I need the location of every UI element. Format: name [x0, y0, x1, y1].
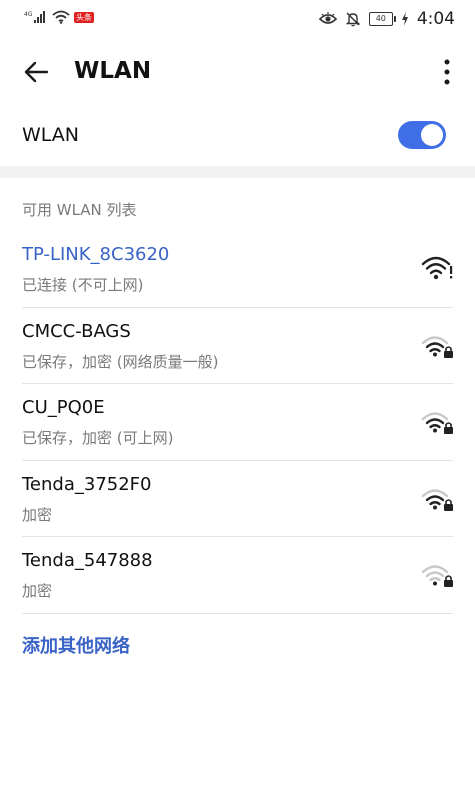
- wlan-toggle-label: WLAN: [22, 124, 80, 146]
- back-button[interactable]: [18, 54, 54, 90]
- switch-knob: [421, 124, 443, 146]
- network-ssid: CU_PQ0E: [22, 397, 105, 418]
- charging-icon: [401, 12, 408, 26]
- network-list: TP-LINK_8C3620 已连接 (不可上网) CMCC-BAGS 已保存，…: [0, 231, 475, 614]
- app-bar: WLAN: [0, 40, 475, 104]
- status-bar: 4G 头条 40 4:04: [0, 0, 475, 40]
- wifi-status-icon: [52, 10, 70, 24]
- eye-comfort-icon: [318, 12, 337, 24]
- section-divider: [0, 166, 475, 178]
- network-row-cmcc-bags[interactable]: CMCC-BAGS 已保存，加密 (网络质量一般): [0, 308, 475, 384]
- more-options-button[interactable]: [437, 54, 457, 90]
- more-vert-icon: [444, 59, 450, 85]
- network-row-tp-link[interactable]: TP-LINK_8C3620 已连接 (不可上网): [0, 231, 475, 308]
- mute-bell-icon: [345, 12, 361, 27]
- add-other-network-button[interactable]: 添加其他网络: [22, 632, 130, 658]
- network-row-tenda-547888[interactable]: Tenda_547888 加密: [0, 537, 475, 614]
- wifi-lock-icon: [421, 412, 453, 434]
- network-ssid: TP-LINK_8C3620: [22, 244, 170, 265]
- network-row-tenda-3752f0[interactable]: Tenda_3752F0 加密: [0, 461, 475, 537]
- network-status: 已保存，加密 (可上网): [22, 429, 174, 447]
- status-right: 40 4:04: [318, 9, 455, 29]
- news-app-badge: 头条: [74, 11, 94, 23]
- network-status: 加密: [22, 505, 53, 524]
- network-status: 已连接 (不可上网): [22, 276, 144, 294]
- network-status: 加密: [22, 582, 53, 600]
- network-row-cu-pq0e[interactable]: CU_PQ0E 已保存，加密 (可上网): [0, 384, 475, 461]
- wlan-toggle-row[interactable]: WLAN: [0, 104, 475, 166]
- network-ssid: Tenda_3752F0: [22, 473, 152, 495]
- wifi-weak-lock-icon: [421, 565, 453, 587]
- svg-text:4G: 4G: [24, 11, 33, 18]
- page-title: WLAN: [74, 58, 152, 84]
- wifi-signal-warning-icon: [421, 256, 453, 280]
- wifi-lock-icon: [421, 335, 453, 358]
- available-networks-header: 可用 WLAN 列表: [22, 201, 137, 219]
- battery-icon: 40: [368, 12, 396, 26]
- clock: 4:04: [416, 9, 455, 29]
- wifi-lock-icon: [421, 488, 453, 511]
- network-ssid: CMCC-BAGS: [22, 320, 131, 342]
- network-status: 已保存，加密 (网络质量一般): [22, 352, 219, 371]
- cellular-signal-icon: 4G: [24, 11, 45, 23]
- status-left: 4G 头条: [24, 10, 94, 24]
- arrow-left-icon: [24, 61, 49, 83]
- network-ssid: Tenda_547888: [22, 550, 153, 571]
- wlan-switch[interactable]: [398, 121, 446, 149]
- row-separator: [22, 612, 453, 614]
